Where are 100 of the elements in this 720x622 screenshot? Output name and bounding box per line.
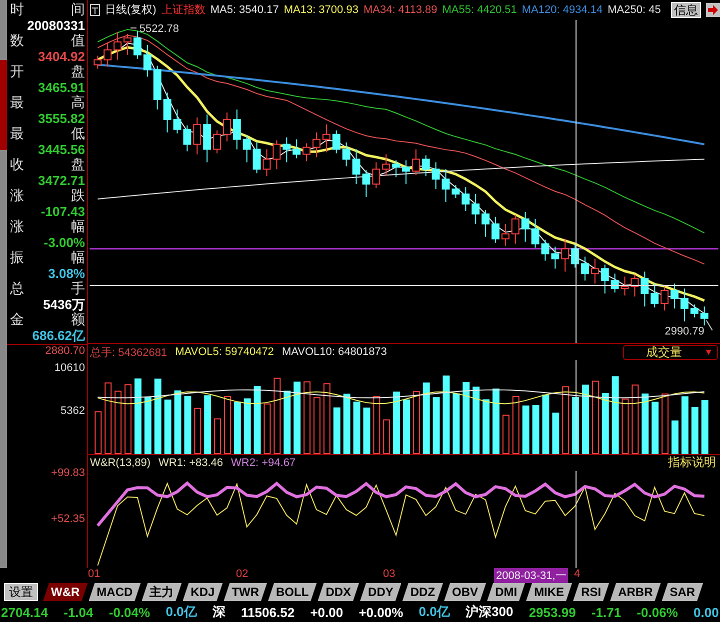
candlestick: [551, 246, 560, 270]
axis-label: 5362: [60, 405, 85, 417]
indicator-tab[interactable]: W&R: [43, 583, 88, 601]
info-label: 总: [10, 281, 24, 296]
candlestick: [620, 276, 629, 296]
info-value: 3465.91: [38, 80, 85, 94]
indicator-help-link[interactable]: 指标说明: [668, 454, 716, 472]
info-label: 数: [10, 33, 24, 48]
indicator-tab[interactable]: SAR: [662, 583, 704, 601]
date-label: 02: [236, 568, 248, 580]
volume-value: 总手: 54362681: [90, 346, 168, 360]
status-value: 2704.14: [1, 604, 48, 620]
candlestick: [670, 282, 678, 309]
candlestick: [700, 306, 708, 326]
candlestick: [432, 162, 440, 190]
indicator-dropdown[interactable]: 成交量 ▼: [623, 344, 718, 360]
info-label: 幅: [71, 250, 85, 266]
candlestick: [183, 124, 192, 152]
candlestick: [472, 193, 480, 224]
candlestick: [372, 162, 380, 188]
indicator-tab[interactable]: TWR: [224, 583, 268, 601]
status-value: 0.0亿: [418, 603, 450, 621]
candlestick: [312, 132, 320, 158]
indicator-tab[interactable]: OBV: [444, 583, 486, 601]
candlestick: [203, 114, 212, 163]
axis-label: 2880.70: [45, 345, 85, 357]
candlestick: [590, 258, 599, 284]
info-label: 幅: [71, 219, 85, 234]
candlestick: [124, 33, 132, 56]
candlestick: [392, 160, 400, 178]
info-button[interactable]: 信息: [671, 2, 701, 18]
status-value: 深: [212, 603, 226, 621]
menu-icon[interactable]: [90, 4, 100, 16]
indicator-tab[interactable]: BOLL: [268, 583, 317, 601]
info-label: 收: [10, 157, 24, 172]
axis-label: +52.35: [51, 513, 85, 525]
status-value: +0.00: [310, 604, 344, 620]
indicator-tab[interactable]: KDJ: [182, 583, 223, 601]
info-label: 高: [71, 95, 85, 110]
axis-label: 10610: [54, 362, 85, 374]
info-label: 最: [10, 95, 24, 110]
candlestick: [362, 170, 370, 198]
indicator-tab[interactable]: DDY: [360, 583, 402, 601]
status-value: +0.00%: [358, 604, 404, 620]
candlestick: [442, 168, 450, 202]
candlestick: [521, 211, 530, 242]
status-value: -0.06%: [636, 604, 678, 620]
info-value: 686.62亿: [32, 328, 85, 342]
indicator-tab[interactable]: RSI: [573, 583, 610, 601]
candlestick: [292, 138, 301, 159]
candlestick: [650, 282, 659, 308]
candlestick: [402, 160, 410, 184]
info-value: 3445.56: [38, 142, 85, 156]
candlestick: [342, 142, 350, 167]
volume-value: MAVOL10: 64801873: [282, 346, 387, 358]
indicator-tab[interactable]: MACD: [88, 583, 141, 601]
info-label: 振: [10, 250, 24, 266]
info-label: 手: [71, 281, 85, 296]
candlestick: [680, 288, 688, 322]
indicator-value: WR2: +94.67: [231, 456, 296, 469]
exit-arrow-icon[interactable]: [706, 2, 720, 17]
indicator-tab[interactable]: ARBR: [610, 583, 661, 601]
indicator-value: WR1: +83.46: [158, 456, 224, 469]
date-label: 03: [383, 568, 396, 580]
settings-button[interactable]: 设置: [4, 583, 38, 601]
status-value: 0.0亿: [166, 603, 197, 621]
candlestick: [660, 286, 669, 311]
indicator-tab[interactable]: DDZ: [402, 583, 444, 601]
info-label: 涨: [10, 188, 24, 204]
info-label: 涨: [10, 219, 24, 234]
moving-average-value: MA55: 4420.51: [442, 4, 517, 16]
indicator-tab[interactable]: 主力: [142, 583, 182, 601]
candlestick: [302, 142, 311, 162]
info-label: 跌: [71, 188, 85, 204]
indicator-tab[interactable]: DMI: [487, 583, 526, 601]
status-value: 0.00: [694, 604, 719, 620]
candlestick: [571, 244, 580, 268]
low-price-label: 2990.79: [664, 325, 704, 338]
candlestick: [133, 30, 142, 60]
info-value: 5436万: [43, 296, 85, 312]
indicator-value: W&R(13,89): [90, 456, 151, 469]
candlestick: [163, 92, 172, 133]
candlestick: [232, 108, 241, 150]
candlestick: [94, 55, 102, 70]
info-value: 3555.82: [38, 110, 85, 126]
candlestick: [640, 271, 649, 307]
candlestick: [193, 116, 202, 155]
info-label: 间: [71, 2, 85, 18]
status-value: 沪深300: [466, 603, 514, 621]
info-label: 最: [10, 126, 24, 142]
candlestick: [561, 238, 570, 272]
candlestick: [114, 31, 122, 60]
indicator-tab[interactable]: DDX: [318, 583, 360, 601]
candlestick: [482, 209, 490, 238]
indicator-tab[interactable]: MIKE: [526, 583, 572, 601]
candlestick: [382, 154, 390, 177]
candlestick: [352, 148, 360, 184]
date-label: 4: [574, 568, 580, 580]
index-name: 上证指数: [161, 3, 206, 18]
candlestick: [153, 65, 162, 110]
